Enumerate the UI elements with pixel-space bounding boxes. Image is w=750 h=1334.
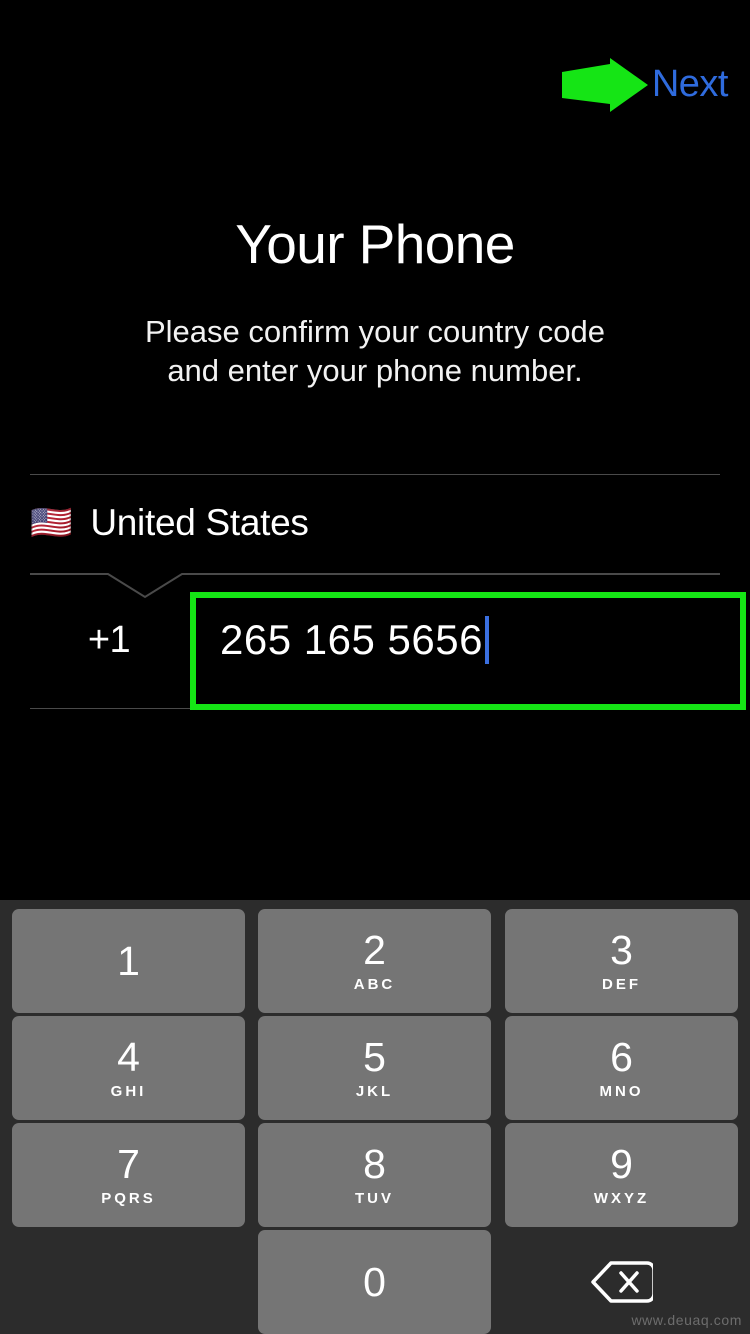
page-title: Your Phone	[235, 213, 515, 275]
key-digit: 5	[363, 1033, 386, 1080]
key-5[interactable]: 5 JKL	[258, 1016, 491, 1120]
key-6[interactable]: 6 MNO	[505, 1016, 738, 1120]
site-watermark: www.deuaq.com	[631, 1312, 742, 1328]
key-letters: DEF	[602, 975, 641, 993]
key-1[interactable]: 1	[12, 909, 245, 1013]
backspace-delete-icon	[590, 1261, 653, 1303]
key-letters: WXYZ	[593, 1189, 650, 1207]
us-flag-icon: 🇺🇸	[30, 504, 73, 542]
keypad-row-3: 7 PQRS 8 TUV 9 WXYZ	[0, 1123, 750, 1227]
country-selector-row[interactable]: 🇺🇸 United States	[30, 475, 720, 571]
key-letters: MNO	[599, 1082, 644, 1100]
country-code-value: +1	[87, 618, 131, 661]
key-9[interactable]: 9 WXYZ	[505, 1123, 738, 1227]
keypad-row-1: 1 2 ABC 3 DEF	[0, 909, 750, 1013]
key-digit: 4	[117, 1033, 140, 1080]
key-3[interactable]: 3 DEF	[505, 909, 738, 1013]
key-7[interactable]: 7 PQRS	[12, 1123, 245, 1227]
key-4[interactable]: 4 GHI	[12, 1016, 245, 1120]
key-digit: 6	[610, 1033, 633, 1080]
key-digit: 8	[363, 1140, 386, 1187]
key-digit: 3	[610, 926, 633, 973]
country-code-field[interactable]: +1	[30, 572, 188, 708]
key-letters: TUV	[355, 1189, 394, 1207]
key-digit: 7	[117, 1140, 140, 1187]
page-subtitle: Please confirm your country code and ent…	[0, 313, 750, 391]
phone-number-value: 265 165 5656	[220, 616, 483, 663]
key-letters: JKL	[355, 1082, 394, 1100]
key-digit: 1	[117, 937, 140, 984]
key-0[interactable]: 0	[258, 1230, 491, 1334]
phone-entry-row: +1 265 165 5656	[30, 572, 720, 708]
divider-bottom	[30, 708, 720, 709]
key-digit: 9	[610, 1140, 633, 1187]
numeric-keypad: 1 2 ABC 3 DEF 4 GHI 5 JKL 6 MNO 7 PQRS 8…	[0, 900, 750, 1334]
right-arrow-annotation-icon	[562, 58, 648, 112]
subtitle-line-2: and enter your phone number.	[167, 352, 583, 388]
key-8[interactable]: 8 TUV	[258, 1123, 491, 1227]
key-letters: GHI	[110, 1082, 147, 1100]
subtitle-line-1: Please confirm your country code	[144, 314, 606, 349]
text-caret	[484, 616, 489, 664]
key-digit: 0	[363, 1258, 386, 1305]
top-bar: Next	[0, 0, 750, 150]
country-name-label: United States	[90, 502, 309, 543]
phone-number-entry-screen: Next Your Phone Please confirm your coun…	[0, 0, 750, 1334]
key-letters: ABC	[353, 975, 396, 993]
key-digit: 2	[363, 926, 386, 973]
keypad-row-2: 4 GHI 5 JKL 6 MNO	[0, 1016, 750, 1120]
key-2[interactable]: 2 ABC	[258, 909, 491, 1013]
phone-number-input[interactable]: 265 165 5656	[192, 572, 720, 708]
next-button[interactable]: Next	[652, 58, 729, 110]
key-letters: PQRS	[101, 1189, 156, 1207]
